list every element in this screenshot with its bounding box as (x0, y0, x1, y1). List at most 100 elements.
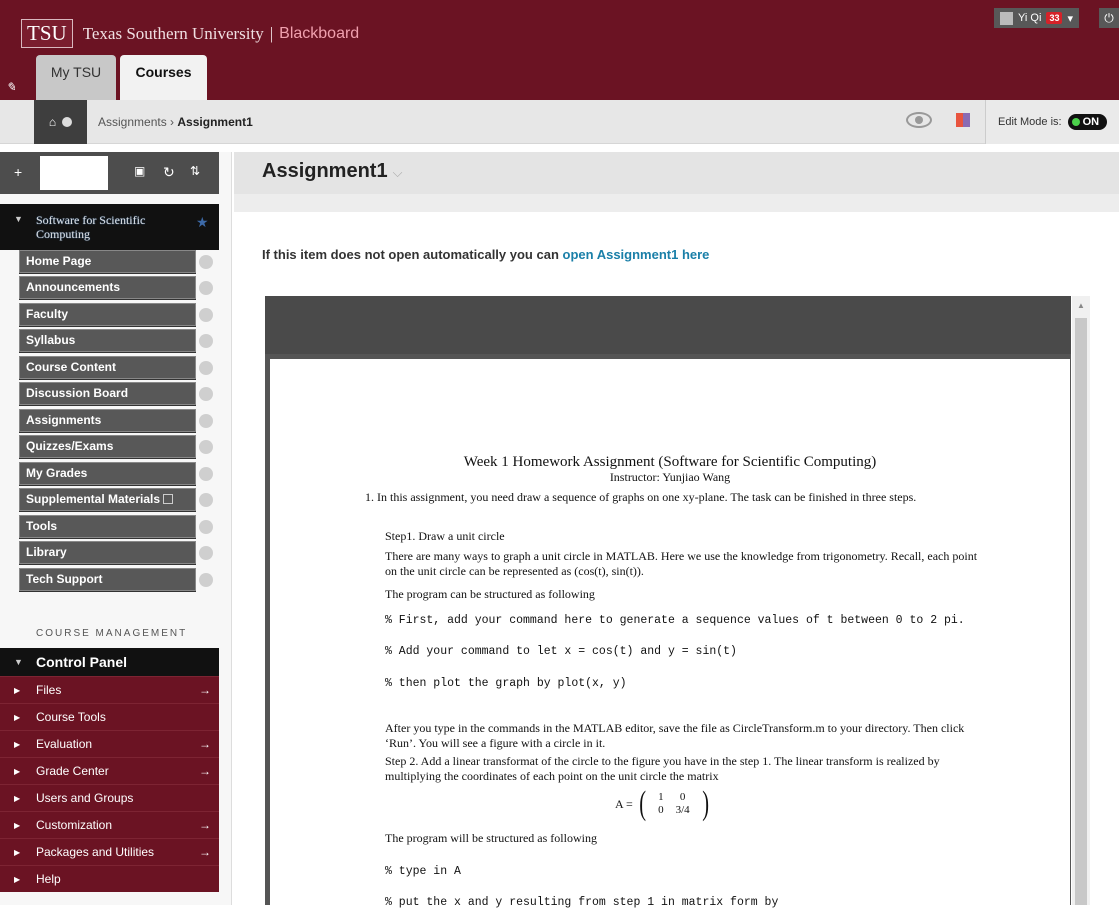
page-title-bar: Assignment1 ⌵ (234, 152, 1119, 212)
sidebar-item-my-grades[interactable]: My Grades (19, 462, 196, 485)
cp-item-files[interactable]: ▶ Files → (0, 676, 219, 703)
cp-item-customization[interactable]: ▶ Customization → (0, 811, 219, 838)
expand-icon: ▶ (14, 686, 21, 695)
arrow-right-icon[interactable]: → (199, 677, 211, 704)
arrow-right-icon[interactable]: → (199, 839, 211, 866)
chevron-down-icon[interactable] (199, 546, 213, 560)
logo-mark: TSU (21, 19, 73, 48)
add-icon[interactable]: + (14, 164, 22, 180)
arrow-right-icon[interactable]: → (199, 812, 211, 839)
sidebar-item-discussion-board[interactable]: Discussion Board (19, 382, 196, 405)
quick-links-icon[interactable] (956, 113, 970, 127)
sidebar-item-course-content[interactable]: Course Content (19, 356, 196, 379)
arrow-right-icon[interactable]: → (199, 758, 211, 785)
chevron-down-icon[interactable] (199, 387, 213, 401)
cp-item-course-tools[interactable]: ▶ Course Tools (0, 703, 219, 730)
pin-icon[interactable]: ✎ (6, 80, 16, 94)
home-button[interactable]: ⌂ (34, 100, 87, 144)
edit-mode-state: ON (1082, 116, 1100, 128)
edit-mode-toggle[interactable]: Edit Mode is: ON (985, 100, 1119, 144)
doc-code-line: % First, add your command here to genera… (385, 614, 965, 627)
sidebar-item-tools[interactable]: Tools (19, 515, 196, 538)
logout-icon[interactable]: ⏻ (1099, 8, 1119, 28)
folder-icon[interactable]: ▣ (134, 164, 145, 178)
chevron-down-icon[interactable] (199, 255, 213, 269)
edit-mode-switch[interactable]: ON (1067, 114, 1108, 130)
sidebar-toolbar: + ▣ ↻ ⇅ (0, 152, 219, 194)
matrix-cell: 0 (679, 791, 686, 803)
page-title[interactable]: Assignment1 ⌵ (262, 160, 402, 183)
collapse-icon[interactable]: ▼ (14, 214, 23, 224)
matrix-bracket: ) (701, 785, 709, 822)
chevron-down-icon[interactable]: ⌵ (393, 165, 403, 180)
breadcrumb: Assignments › Assignment1 (98, 100, 253, 144)
chevron-down-icon[interactable] (199, 493, 213, 507)
arrow-right-icon[interactable]: → (199, 731, 211, 758)
tab-courses[interactable]: Courses (120, 55, 207, 100)
sidebar-item-tech-support[interactable]: Tech Support (19, 568, 196, 591)
cp-item-users-and-groups[interactable]: ▶ Users and Groups (0, 784, 219, 811)
doc-line: There are many ways to graph a unit circ… (385, 549, 978, 578)
sort-icon[interactable]: ⇅ (190, 164, 200, 178)
course-title[interactable]: ▼ Software for Scientific Computing ★ (0, 204, 219, 250)
chevron-down-icon[interactable] (199, 520, 213, 534)
sidebar-item-syllabus[interactable]: Syllabus (19, 329, 196, 352)
cp-item-label: Help (36, 872, 61, 886)
doc-instructor: Instructor: Yunjiao Wang (609, 470, 731, 484)
sidebar-item-supplemental-materials[interactable]: Supplemental Materials (19, 488, 196, 511)
matrix-cell: 3/4 (675, 804, 690, 816)
sidebar-item-label: Supplemental Materials (26, 492, 161, 506)
cp-item-help[interactable]: ▶ Help (0, 865, 219, 892)
cp-item-label: Course Tools (36, 710, 106, 724)
matrix-lhs: A = (615, 796, 633, 811)
student-preview-icon[interactable] (906, 112, 932, 128)
viewer-scrollbar[interactable]: ▲ (1072, 296, 1090, 905)
cp-item-label: Files (36, 683, 62, 697)
breadcrumb-current: Assignment1 (177, 115, 253, 129)
sidebar-item-quizzes-exams[interactable]: Quizzes/Exams (19, 435, 196, 458)
scroll-thumb[interactable] (1075, 318, 1087, 905)
cp-item-grade-center[interactable]: ▶ Grade Center → (0, 757, 219, 784)
doc-code-line: % then plot the graph by plot(x, y) (385, 677, 627, 690)
doc-line: After you type in the commands in the MA… (385, 721, 965, 750)
matrix-equation: A = ( 10 0 3/4 ) (615, 785, 711, 822)
refresh-icon[interactable]: ↻ (163, 164, 175, 181)
scroll-up-icon[interactable]: ▲ (1077, 301, 1085, 310)
sidebar-item-announcements[interactable]: Announcements (19, 276, 196, 299)
breadcrumb-separator: › (170, 115, 175, 129)
chevron-down-icon[interactable] (199, 573, 213, 587)
logo-separator: | (269, 23, 274, 43)
expand-icon: ▶ (14, 821, 21, 830)
open-assignment-link[interactable]: open Assignment1 here (563, 247, 710, 262)
sidebar-item-label: Faculty (26, 307, 69, 321)
cp-item-packages-and-utilities[interactable]: ▶ Packages and Utilities → (0, 838, 219, 865)
cp-item-evaluation[interactable]: ▶ Evaluation → (0, 730, 219, 757)
tsu-logo[interactable]: TSU Texas Southern University | Blackboa… (21, 19, 359, 48)
open-item-message: If this item does not open automatically… (262, 247, 709, 262)
control-panel-header[interactable]: ▼ Control Panel (0, 648, 219, 676)
chevron-down-icon[interactable] (199, 334, 213, 348)
doc-line: 1. In this assignment, you need draw a s… (365, 490, 917, 504)
expand-icon: ▶ (14, 740, 21, 749)
chevron-down-icon[interactable] (199, 467, 213, 481)
chevron-down-icon[interactable] (199, 414, 213, 428)
global-header: TSU Texas Southern University | Blackboa… (0, 0, 1119, 100)
sidebar-item-home-page[interactable]: Home Page (19, 250, 196, 273)
sidebar-item-assignments[interactable]: Assignments (19, 409, 196, 432)
notification-badge: 33 (1046, 12, 1063, 24)
sidebar-item-library[interactable]: Library (19, 541, 196, 564)
chevron-down-icon[interactable] (199, 361, 213, 375)
doc-code-line: % Add your command to let x = cos(t) and… (385, 645, 737, 658)
sidebar-item-label: Course Content (26, 360, 116, 374)
sidebar-item-faculty[interactable]: Faculty (19, 303, 196, 326)
breadcrumb-assignments[interactable]: Assignments (98, 115, 167, 129)
user-menu[interactable]: Yi Qi 33 ▾ (994, 8, 1079, 28)
doc-code-line: % put the x and y resulting from step 1 … (385, 896, 779, 909)
doc-code-line: % type in A (385, 865, 461, 878)
chevron-down-icon[interactable] (199, 440, 213, 454)
star-icon[interactable]: ★ (196, 214, 209, 231)
chevron-down-icon[interactable] (199, 281, 213, 295)
chevron-down-icon[interactable] (199, 308, 213, 322)
tab-my-tsu[interactable]: My TSU (36, 55, 116, 100)
chevron-down-icon (62, 117, 73, 127)
